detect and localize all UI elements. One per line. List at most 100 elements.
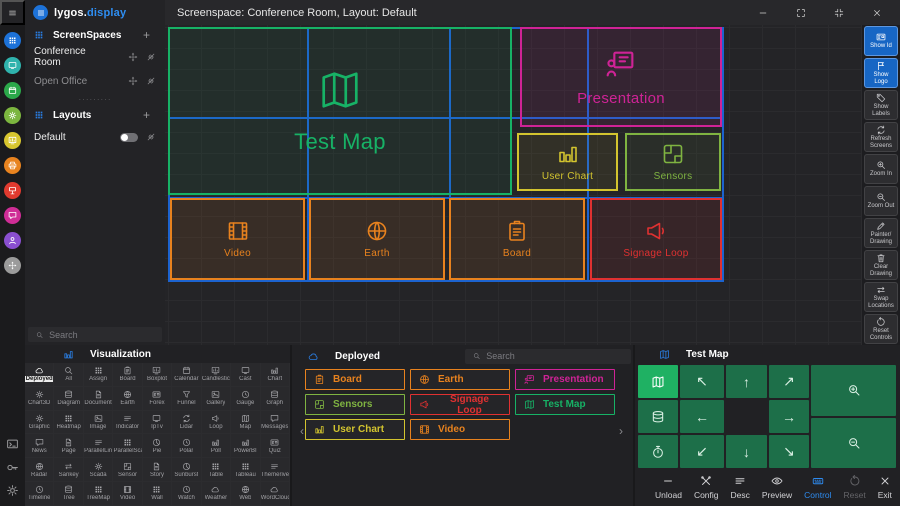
pad-button-pan-up-left[interactable]: ↖ [680, 365, 724, 398]
pad-button-pan-up[interactable]: ↑ [726, 365, 767, 398]
pad-button-pan-down-right[interactable]: ↘ [769, 435, 809, 468]
viz-item[interactable]: Story [143, 458, 172, 482]
pad-button-pan-down[interactable]: ↓ [726, 435, 767, 468]
viz-item[interactable]: Board [113, 363, 142, 387]
viz-item[interactable]: Chart3D [25, 387, 54, 411]
viz-item[interactable]: Pie [143, 434, 172, 458]
zone-sensors[interactable]: Sensors [625, 133, 721, 191]
zone-user-chart[interactable]: User Chart [517, 133, 618, 191]
viz-item[interactable]: Page [54, 434, 83, 458]
viz-item[interactable]: Wall [143, 482, 172, 506]
tool-button-reset-controls[interactable]: Reset Controls [864, 314, 898, 344]
viz-item[interactable]: Document [84, 387, 113, 411]
viz-item[interactable]: Video [113, 482, 142, 506]
viz-item[interactable]: Messages [261, 411, 290, 435]
tool-button-swap-locations[interactable]: Swap Locations [864, 282, 898, 312]
zone-video[interactable]: Video [170, 198, 305, 280]
deployed-item-board[interactable]: Board [305, 369, 405, 390]
rail-bottom-item-settings[interactable] [6, 484, 19, 497]
viz-item[interactable]: Candlestick [202, 363, 231, 387]
zone-presentation[interactable]: Presentation [520, 27, 722, 127]
viz-item[interactable]: TreeMap [84, 482, 113, 506]
footer-button-config[interactable]: Config [688, 474, 725, 501]
deployed-item-presentation[interactable]: Presentation [515, 369, 615, 390]
viz-item[interactable]: Sunburst [172, 458, 201, 482]
pad-button-zoom-in[interactable] [811, 365, 896, 416]
viz-item[interactable]: Web [231, 482, 260, 506]
viz-item[interactable]: ParallelScatter [113, 434, 142, 458]
viz-item[interactable]: Tree [54, 482, 83, 506]
viz-item[interactable]: Cast [231, 363, 260, 387]
rail-item-services[interactable] [4, 107, 21, 124]
deployed-item-sensors[interactable]: Sensors [305, 394, 405, 415]
footer-button-control[interactable]: Control [798, 474, 837, 501]
deployed-prev-button[interactable]: ‹ [294, 423, 310, 439]
deployed-next-button[interactable]: › [613, 423, 629, 439]
move-icon[interactable] [128, 52, 138, 62]
deployed-search-input[interactable] [486, 351, 623, 361]
window-button-minimize[interactable] [744, 0, 782, 25]
tool-button-clear-drawing[interactable]: Clear Drawing [864, 250, 898, 280]
viz-item[interactable]: Forex [143, 387, 172, 411]
viz-item[interactable]: Boxplot [143, 363, 172, 387]
viz-item[interactable]: Graph [261, 387, 290, 411]
deployed-item-user-chart[interactable]: User Chart [305, 419, 405, 440]
screenspace-canvas[interactable]: Test Map Presentation User Chart Sensors… [165, 25, 862, 345]
viz-item[interactable]: Table [202, 458, 231, 482]
hamburger-menu-button[interactable] [0, 0, 25, 25]
rail-item-users[interactable] [4, 232, 21, 249]
tool-button-show-logo[interactable]: Show Logo [864, 58, 898, 88]
left-search-input[interactable] [49, 330, 154, 340]
unlink-icon[interactable] [146, 132, 156, 142]
zone-signage-loop[interactable]: Signage Loop [590, 198, 722, 280]
viz-item[interactable]: WordCloud [261, 482, 290, 506]
tool-button-zoom-out[interactable]: Zoom Out [864, 186, 898, 216]
viz-item[interactable]: Indicator [113, 411, 142, 435]
rail-bottom-item-keys[interactable] [6, 461, 19, 474]
screenspace-item-open-office[interactable]: Open Office [25, 69, 165, 93]
viz-item[interactable]: Loop [202, 411, 231, 435]
zone-test-map[interactable]: Test Map [168, 27, 512, 195]
panel-drag-handle[interactable]: ········· [25, 93, 165, 105]
viz-item[interactable]: Heatmap [54, 411, 83, 435]
viz-item[interactable]: Sankey [54, 458, 83, 482]
viz-item[interactable]: ParallelLine [84, 434, 113, 458]
pad-button-pan-up-right[interactable]: ↗ [769, 365, 809, 398]
viz-item[interactable]: Funnel [172, 387, 201, 411]
pad-button-zoom-out[interactable] [811, 418, 896, 469]
screenspace-item-conference-room[interactable]: Conference Room [25, 45, 165, 69]
deployed-item-signage-loop[interactable]: Signage Loop [410, 394, 510, 415]
zone-earth[interactable]: Earth [309, 198, 445, 280]
rail-item-calendar[interactable] [4, 82, 21, 99]
viz-item[interactable]: Timeline [25, 482, 54, 506]
rail-item-move[interactable] [4, 257, 21, 274]
zone-board[interactable]: Board [449, 198, 585, 280]
viz-item[interactable]: Radar [25, 458, 54, 482]
layout-visibility-toggle[interactable] [120, 133, 138, 142]
rail-item-printing[interactable] [4, 157, 21, 174]
viz-item[interactable]: Assign [84, 363, 113, 387]
pad-button-center[interactable] [726, 400, 767, 433]
viz-item[interactable]: Weather [202, 482, 231, 506]
viz-item[interactable]: Deployed [25, 363, 54, 387]
viz-item[interactable]: All [54, 363, 83, 387]
pad-button-map-mode[interactable] [638, 365, 678, 398]
pad-button-pan-left[interactable]: ← [680, 400, 724, 433]
footer-button-reset[interactable]: Reset [838, 474, 872, 501]
pad-button-layers[interactable] [638, 400, 678, 433]
rail-item-screens[interactable] [4, 32, 21, 49]
deployed-item-video[interactable]: Video [410, 419, 510, 440]
viz-item[interactable]: Poll [202, 434, 231, 458]
deployed-item-test-map[interactable]: Test Map [515, 394, 615, 415]
viz-item[interactable]: Sensor [113, 458, 142, 482]
viz-item[interactable]: IpTv [143, 411, 172, 435]
tool-button-painter-drawing[interactable]: Painter/ Drawing [864, 218, 898, 248]
pad-button-pan-right[interactable]: → [769, 400, 809, 433]
viz-item[interactable]: Tableau [231, 458, 260, 482]
viz-item[interactable]: Graphic [25, 411, 54, 435]
tool-button-show-id[interactable]: Show Id [864, 26, 898, 56]
unlink-icon[interactable] [146, 52, 156, 62]
footer-button-exit[interactable]: Exit [872, 474, 898, 501]
pad-button-reset-view[interactable] [638, 435, 678, 468]
rail-item-signage[interactable] [4, 182, 21, 199]
